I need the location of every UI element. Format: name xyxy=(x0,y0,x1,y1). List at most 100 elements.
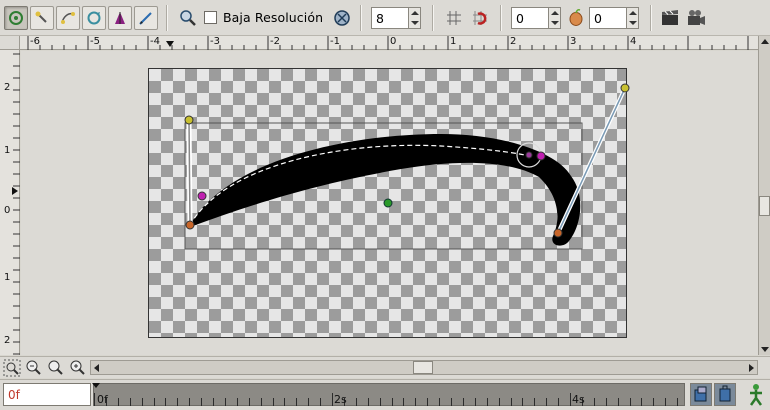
h-ruler-label: -3 xyxy=(210,36,220,47)
time-tick xyxy=(236,398,238,406)
onion-future-spin-buttons[interactable] xyxy=(626,8,638,28)
keyframe-lock-button[interactable] xyxy=(714,383,736,406)
toolbar: Baja Resolución 8 0 0 xyxy=(0,0,770,36)
transform-tool-button[interactable] xyxy=(4,6,28,30)
onion-future-value: 0 xyxy=(594,11,602,26)
v-ruler-label: 0 xyxy=(4,205,11,216)
tangent-handle-line-right-core xyxy=(557,87,626,234)
onion-future-spinbox[interactable]: 0 xyxy=(589,7,639,29)
animation-mode-button[interactable] xyxy=(690,383,712,406)
h-ruler-label: -5 xyxy=(90,36,100,47)
zoom-normal-button[interactable] xyxy=(47,359,65,377)
time-tick xyxy=(677,398,679,406)
preview-icon[interactable] xyxy=(686,8,706,28)
time-tick xyxy=(248,398,250,406)
time-tick xyxy=(415,398,417,406)
scale-tool-button[interactable] xyxy=(56,6,80,30)
scale-tool-icon xyxy=(61,12,75,24)
zoom-bar xyxy=(0,356,770,378)
time-tick xyxy=(617,398,619,406)
time-tick xyxy=(201,398,203,406)
time-tick xyxy=(629,398,631,406)
h-ruler-label: 1 xyxy=(450,36,457,47)
origin-handle xyxy=(383,198,393,208)
synfig-canvas-window: Baja Resolución 8 0 0 -6 -5 -4 -3 -2 -1 … xyxy=(0,0,770,410)
quality-spin-buttons[interactable] xyxy=(408,8,420,28)
time-tick xyxy=(320,398,322,406)
time-tick xyxy=(117,398,119,406)
time-tick xyxy=(308,398,310,406)
scroll-up-arrow[interactable] xyxy=(761,39,769,44)
horizontal-ruler[interactable]: -6 -5 -4 -3 -2 -1 0 1 2 3 4 xyxy=(20,36,758,50)
tangent-handle-line-left-core xyxy=(188,119,191,226)
ruler-corner xyxy=(0,36,20,50)
time-tick xyxy=(379,398,381,406)
time-cursor-marker[interactable] xyxy=(92,383,100,388)
smooth-move-tool-button[interactable] xyxy=(30,6,54,30)
vertical-scrollbar[interactable] xyxy=(758,36,770,355)
h-ruler-label: -6 xyxy=(30,36,40,47)
mirror-tool-icon xyxy=(115,12,125,24)
time-tick xyxy=(141,398,143,406)
time-tick xyxy=(665,398,667,406)
zoom-fit-button[interactable] xyxy=(3,359,21,377)
time-tick xyxy=(94,393,95,406)
mirror-tool-button[interactable] xyxy=(108,6,132,30)
scroll-right-arrow[interactable] xyxy=(749,364,754,372)
vertical-ruler[interactable]: 2 1 0 1 2 xyxy=(0,50,20,355)
zoom-out-button[interactable] xyxy=(25,359,43,377)
scroll-down-arrow[interactable] xyxy=(761,347,769,352)
width-handle xyxy=(525,151,533,159)
zoom-normal-icon xyxy=(48,360,63,375)
rotate-tool-button[interactable] xyxy=(82,6,106,30)
horizontal-scroll-thumb[interactable] xyxy=(413,361,433,374)
v-ruler-label: 2 xyxy=(4,82,11,93)
low-resolution-checkbox[interactable] xyxy=(204,11,217,24)
canvas-workarea[interactable] xyxy=(21,51,758,355)
time-label: 4s xyxy=(572,393,585,406)
h-ruler-label: 3 xyxy=(570,36,577,47)
h-ruler-label: 4 xyxy=(630,36,637,47)
zoom-out-icon xyxy=(26,360,41,375)
time-tick xyxy=(129,398,131,406)
vertical-scroll-thumb[interactable] xyxy=(759,196,770,216)
time-tick xyxy=(427,398,429,406)
time-tick xyxy=(260,398,262,406)
quality-spinbox[interactable]: 8 xyxy=(371,7,421,29)
time-label: 0f xyxy=(97,393,108,406)
h-ruler-label: 2 xyxy=(510,36,517,47)
tangent-handle xyxy=(184,115,194,125)
onion-past-spinbox[interactable]: 0 xyxy=(511,7,561,29)
scroll-left-arrow[interactable] xyxy=(94,364,99,372)
time-slider[interactable]: 0f 2s 4s xyxy=(92,383,685,406)
time-tick xyxy=(558,398,560,406)
onion-past-spin-buttons[interactable] xyxy=(548,8,560,28)
zoom-in-icon xyxy=(70,360,85,375)
time-tick xyxy=(213,398,214,406)
time-tick xyxy=(546,398,548,406)
toolbar-separator xyxy=(432,5,434,31)
smooth-move-tool-icon xyxy=(35,11,47,23)
time-tick xyxy=(224,398,226,406)
low-resolution-label: Baja Resolución xyxy=(223,10,324,25)
time-tick xyxy=(153,398,155,406)
time-tick xyxy=(653,398,655,406)
width-handle xyxy=(536,151,546,161)
onion-past-value: 0 xyxy=(516,11,524,26)
zoom-in-button[interactable] xyxy=(69,359,87,377)
time-tick xyxy=(522,398,524,406)
horizontal-scrollbar[interactable] xyxy=(90,360,758,375)
render-icon[interactable] xyxy=(660,8,680,28)
toolbar-separator xyxy=(500,5,502,31)
time-tick xyxy=(462,398,464,406)
grid-icon[interactable] xyxy=(444,8,464,28)
draw-tool-button[interactable] xyxy=(134,6,158,30)
h-ruler-label: -1 xyxy=(330,36,340,47)
quality-icon[interactable] xyxy=(332,8,352,28)
animation-figure-icon[interactable] xyxy=(746,383,766,407)
snap-grid-icon[interactable] xyxy=(470,8,490,28)
time-tick xyxy=(510,398,512,406)
current-time-field[interactable]: 0f xyxy=(3,383,91,406)
zoom-fit-icon[interactable] xyxy=(178,8,198,28)
onion-skin-icon[interactable] xyxy=(566,8,586,28)
